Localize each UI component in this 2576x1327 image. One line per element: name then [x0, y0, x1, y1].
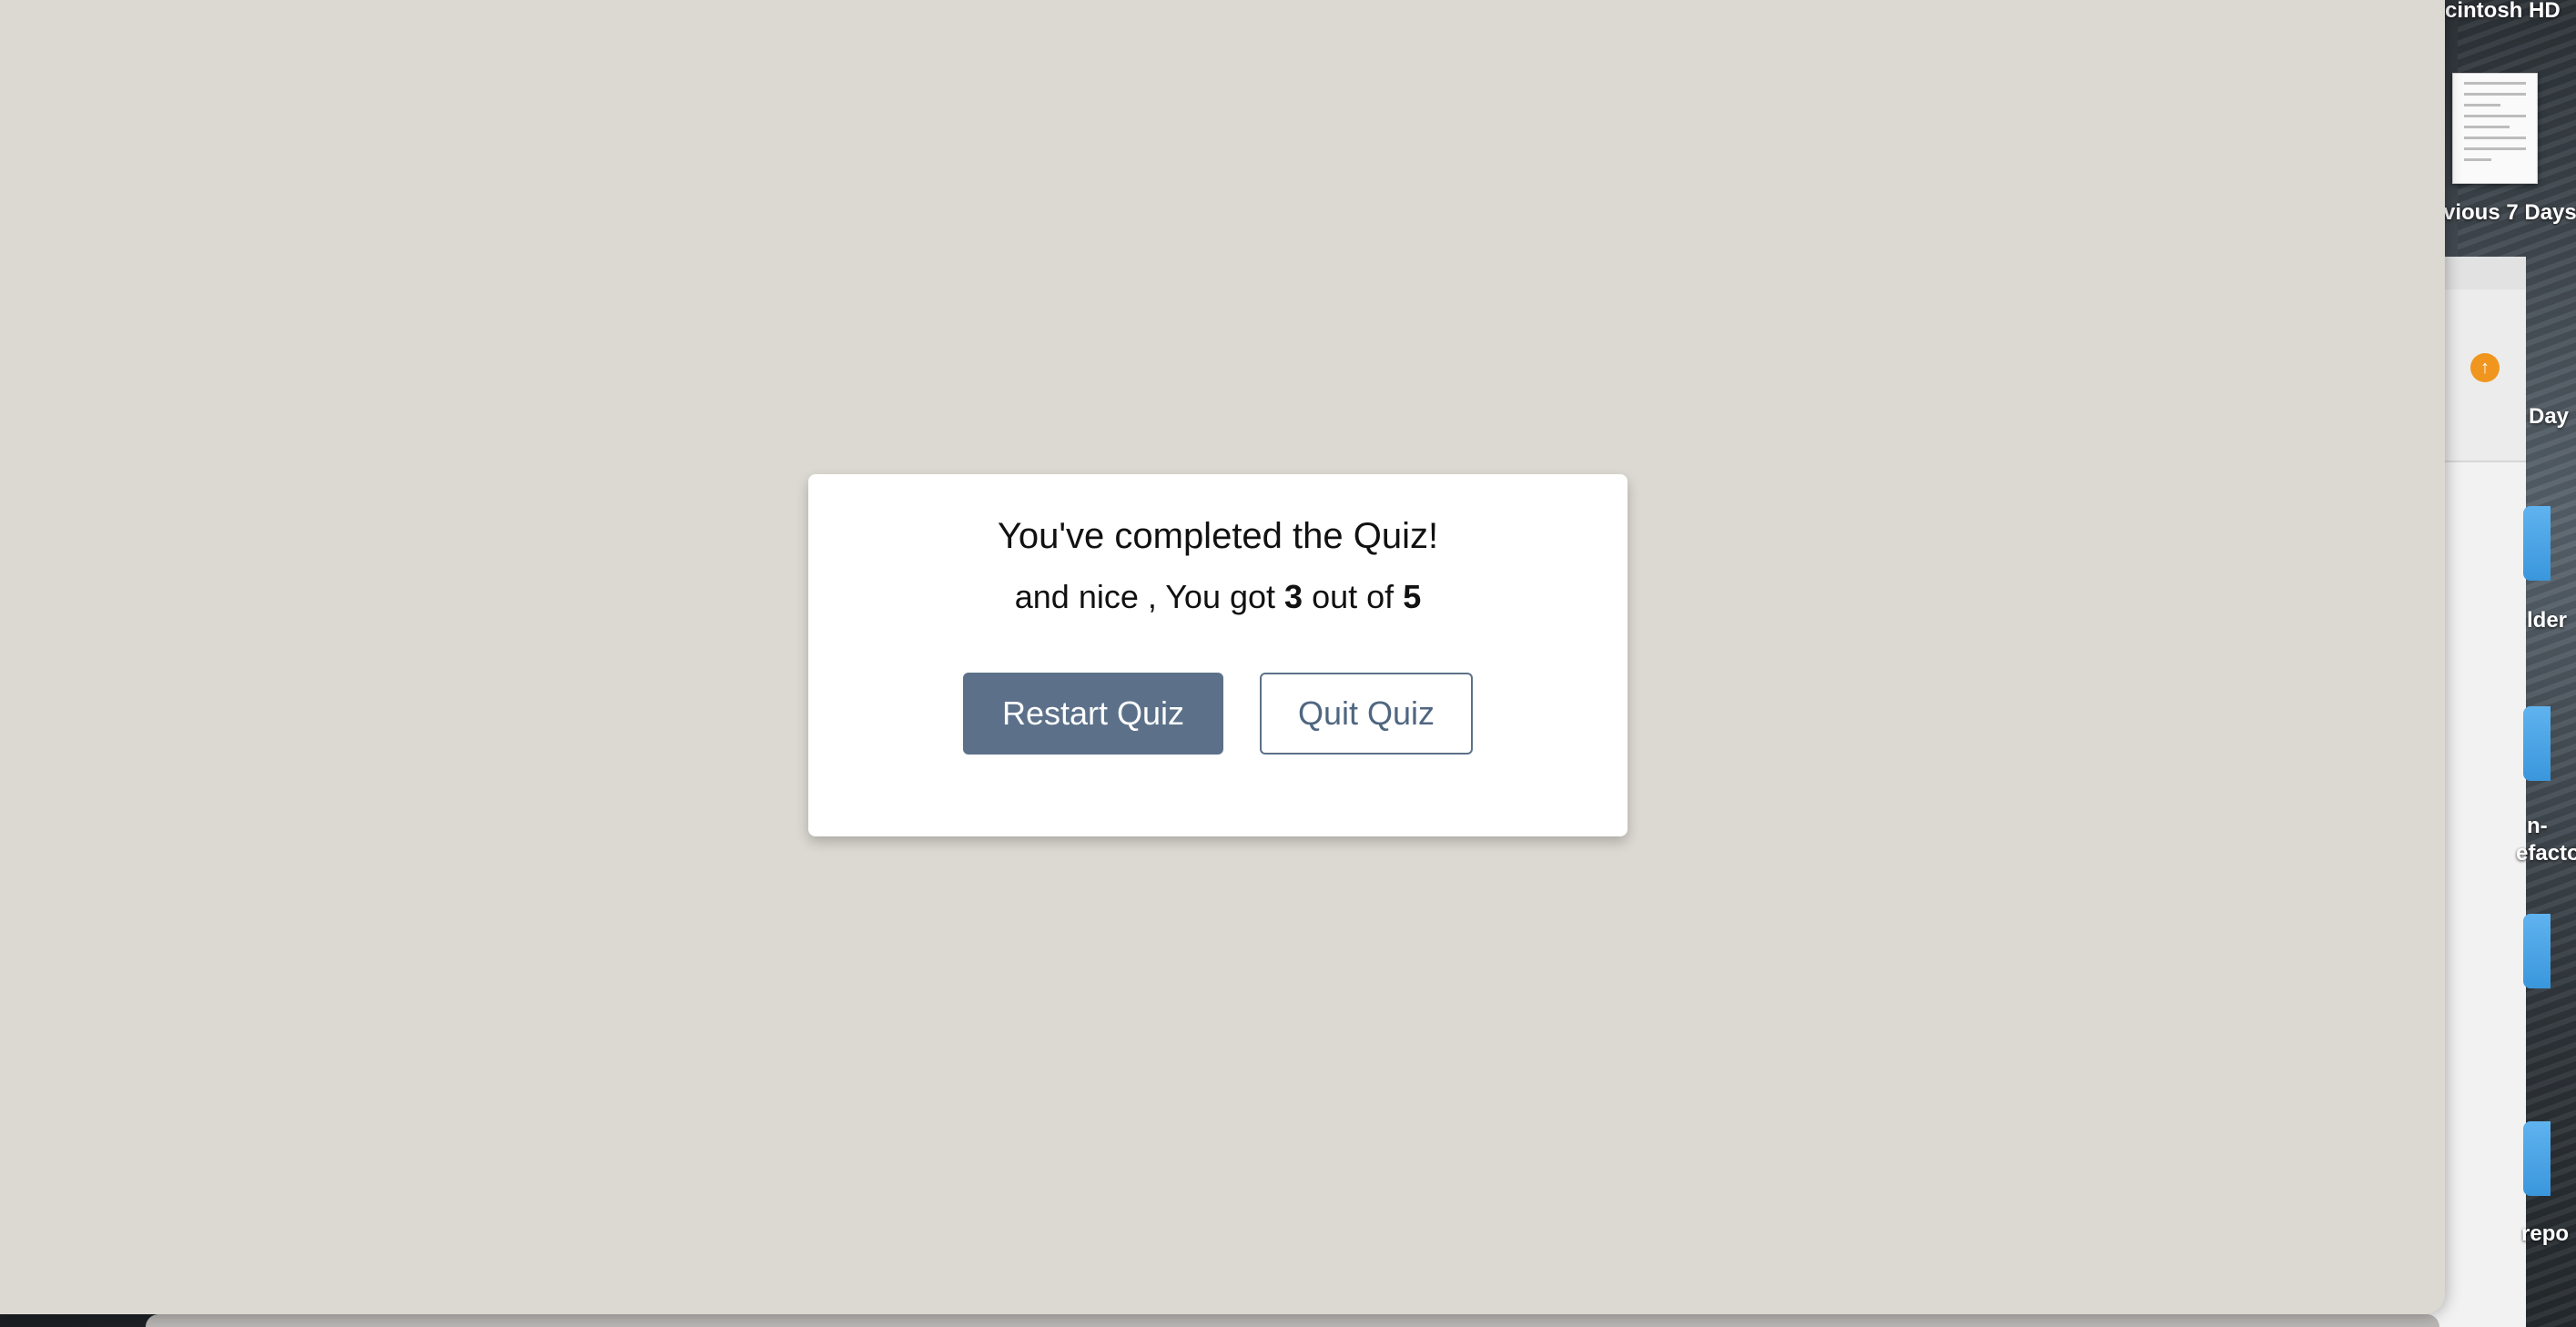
score-line: and nice , You got 3 out of 5 [808, 578, 1628, 616]
score-value: 3 [1284, 578, 1303, 615]
desktop-label-refactor-line1[interactable]: n- [2527, 814, 2548, 839]
desktop-label-refactor-line2[interactable]: efacto [2516, 841, 2576, 866]
score-middle: out of [1312, 578, 1394, 615]
folder-icon[interactable] [2523, 706, 2551, 781]
desktop-label-days[interactable]: Day [2529, 404, 2569, 430]
browser-page: You've completed the Quiz! and nice , Yo… [0, 0, 2445, 1314]
document-thumbnail-icon[interactable] [2452, 73, 2538, 184]
restart-quiz-button[interactable]: Restart Quiz [963, 673, 1223, 755]
desktop-label-folder[interactable]: lder [2527, 608, 2567, 633]
folder-icon[interactable] [2523, 1121, 2551, 1196]
quiz-result-dialog: You've completed the Quiz! and nice , Yo… [808, 474, 1628, 836]
folder-icon[interactable] [2523, 506, 2551, 581]
folder-icon[interactable] [2523, 914, 2551, 988]
upload-icon[interactable]: ↑ [2470, 353, 2500, 382]
quit-quiz-button[interactable]: Quit Quiz [1260, 673, 1473, 755]
desktop-label-macintosh-hd[interactable]: cintosh HD [2445, 0, 2561, 24]
desktop-label-repo[interactable]: repo [2521, 1221, 2569, 1247]
desktop-label-previous-7-days[interactable]: vious 7 Days [2443, 200, 2576, 226]
dock [146, 1314, 2439, 1327]
score-prefix: and nice , You got [1014, 578, 1276, 615]
score-total: 5 [1403, 578, 1422, 615]
result-title: You've completed the Quiz! [997, 516, 1439, 556]
